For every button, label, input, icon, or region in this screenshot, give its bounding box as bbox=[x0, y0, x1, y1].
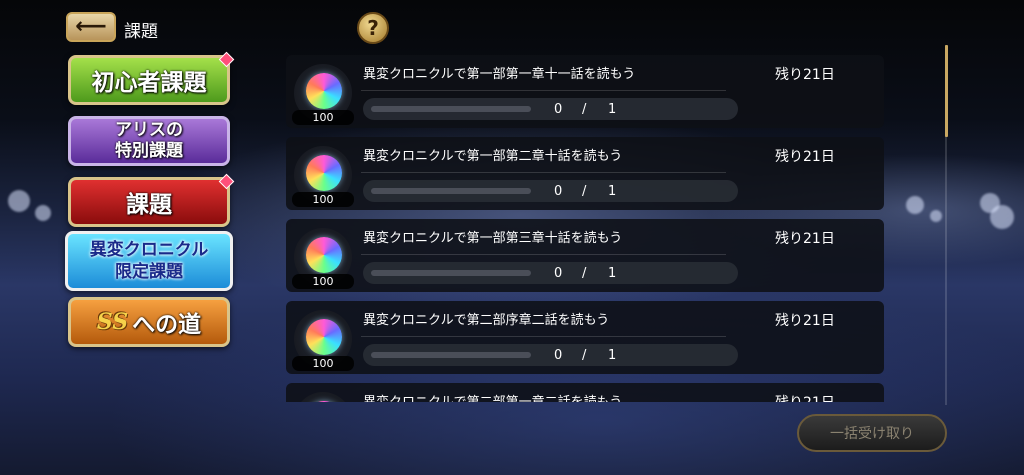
progress-total: 1 bbox=[608, 266, 617, 281]
menu-label: への道 bbox=[132, 311, 202, 338]
bokeh-light bbox=[930, 210, 942, 222]
help-button[interactable]: ? bbox=[357, 12, 389, 44]
progress-separator: / bbox=[582, 348, 587, 363]
menu-label: アリスの 特別課題 bbox=[115, 120, 183, 161]
progress-track bbox=[371, 352, 531, 358]
progress-track bbox=[371, 188, 531, 194]
bokeh-light bbox=[906, 196, 924, 214]
menu-missions[interactable]: 課題 bbox=[68, 177, 230, 227]
mission-row[interactable]: 100 異変クロニクルで第一部第二章十話を読もう 0 / 1 残り21日 bbox=[286, 137, 884, 210]
remaining-days: 残り21日 bbox=[775, 313, 835, 329]
question-mark-icon: ? bbox=[367, 16, 379, 40]
reward-quantity: 100 bbox=[292, 110, 354, 125]
progress-separator: / bbox=[582, 102, 587, 117]
progress-bar: 0 / 1 bbox=[363, 98, 738, 120]
rainbow-gem-icon bbox=[306, 73, 342, 109]
progress-current: 0 bbox=[554, 266, 563, 281]
mission-title: 異変クロニクルで第一部第一章十一話を読もう bbox=[363, 67, 636, 82]
rainbow-gem-icon bbox=[306, 155, 342, 191]
page-title: 課題 bbox=[124, 22, 158, 42]
mission-title: 異変クロニクルで第一部第二章十話を読もう bbox=[363, 149, 623, 164]
progress-total: 1 bbox=[608, 102, 617, 117]
mission-list[interactable]: 100 異変クロニクルで第一部第一章十一話を読もう 0 / 1 残り21日 10… bbox=[286, 50, 886, 402]
reward-quantity: 100 bbox=[292, 274, 354, 289]
menu-chronicle-limited-missions[interactable]: 異変クロニクル 限定課題 bbox=[65, 231, 233, 291]
divider bbox=[361, 172, 726, 173]
progress-current: 0 bbox=[554, 348, 563, 363]
remaining-days: 残り21日 bbox=[775, 149, 835, 165]
rainbow-gem-icon bbox=[306, 319, 342, 355]
progress-current: 0 bbox=[554, 184, 563, 199]
divider bbox=[361, 336, 726, 337]
menu-alice-special-missions[interactable]: アリスの 特別課題 bbox=[68, 116, 230, 166]
remaining-days: 残り21日 bbox=[775, 67, 835, 83]
reward-quantity: 100 bbox=[292, 356, 354, 371]
bokeh-light bbox=[990, 205, 1014, 229]
back-button[interactable]: ⟵ bbox=[66, 12, 116, 42]
progress-track bbox=[371, 106, 531, 112]
progress-bar: 0 / 1 bbox=[363, 344, 738, 366]
menu-beginner-missions[interactable]: 初心者課題 bbox=[68, 55, 230, 105]
progress-total: 1 bbox=[608, 184, 617, 199]
divider bbox=[361, 90, 726, 91]
reward-quantity: 100 bbox=[292, 192, 354, 207]
progress-track bbox=[371, 270, 531, 276]
mission-row[interactable]: 100 異変クロニクルで第一部第一章十一話を読もう 0 / 1 残り21日 bbox=[286, 55, 884, 128]
progress-bar: 0 / 1 bbox=[363, 180, 738, 202]
rainbow-gem-icon bbox=[306, 237, 342, 273]
menu-road-to-ss[interactable]: SS への道 bbox=[68, 297, 230, 347]
bokeh-light bbox=[35, 205, 51, 221]
mission-row[interactable]: 100 異変クロニクルで第二部第一章二話を読もう 0 / 1 残り21日 bbox=[286, 383, 884, 402]
mission-row[interactable]: 100 異変クロニクルで第二部序章二話を読もう 0 / 1 残り21日 bbox=[286, 301, 884, 374]
mission-title: 異変クロニクルで第二部序章二話を読もう bbox=[363, 313, 610, 328]
back-arrow-icon: ⟵ bbox=[75, 14, 107, 39]
menu-label: 初心者課題 bbox=[91, 69, 207, 96]
progress-bar: 0 / 1 bbox=[363, 262, 738, 284]
mission-row[interactable]: 100 異変クロニクルで第一部第三章十話を読もう 0 / 1 残り21日 bbox=[286, 219, 884, 292]
scrollbar-thumb[interactable] bbox=[945, 45, 948, 137]
remaining-days: 残り21日 bbox=[775, 392, 835, 402]
mission-title: 異変クロニクルで第二部第一章二話を読もう bbox=[363, 391, 622, 402]
mission-title: 異変クロニクルで第一部第三章十話を読もう bbox=[363, 231, 623, 246]
divider bbox=[361, 254, 726, 255]
bokeh-light bbox=[8, 190, 30, 212]
remaining-days: 残り21日 bbox=[775, 231, 835, 247]
progress-separator: / bbox=[582, 266, 587, 281]
progress-total: 1 bbox=[608, 348, 617, 363]
claim-all-button[interactable]: 一括受け取り bbox=[797, 414, 947, 452]
ss-badge-icon: SS bbox=[96, 309, 129, 335]
menu-label: 異変クロニクル 限定課題 bbox=[89, 240, 209, 282]
menu-label: 課題 bbox=[126, 191, 172, 218]
progress-current: 0 bbox=[554, 102, 563, 117]
progress-separator: / bbox=[582, 184, 587, 199]
